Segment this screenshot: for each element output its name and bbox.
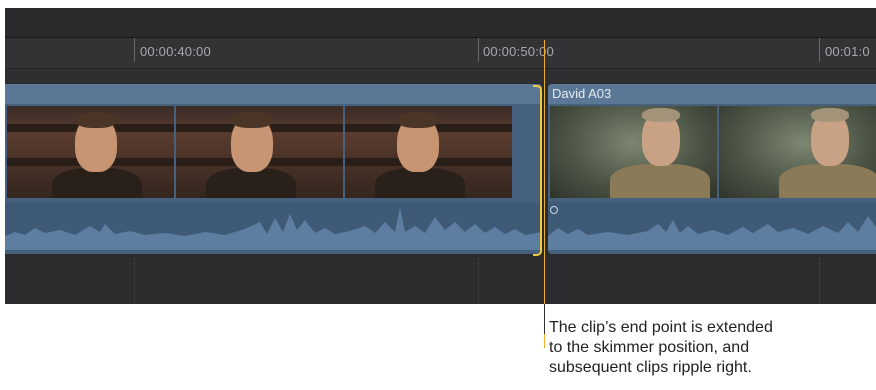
clip-header	[5, 84, 542, 104]
clip-name: David A03	[552, 86, 612, 101]
timecode-label: 00:00:40:00	[140, 44, 211, 59]
grid-line	[478, 258, 479, 304]
skimmer-marker-icon	[550, 206, 558, 214]
timeline-panel[interactable]: 00:00:40:00 00:00:50:00 00:01:0 David A0…	[5, 8, 876, 304]
filmstrip-frame	[719, 106, 876, 198]
skimmer-line[interactable]	[544, 40, 545, 348]
filmstrip-frame	[550, 106, 717, 198]
callout-text: The clip’s end point is extended to the …	[549, 318, 849, 378]
waveform-graphic	[548, 216, 876, 250]
timeline-clip-left[interactable]	[5, 84, 542, 254]
callout-leader-line	[544, 304, 545, 334]
clip-header: David A03	[548, 84, 876, 104]
timeline-clip-david-a03[interactable]: David A03	[548, 84, 876, 254]
waveform-graphic	[5, 208, 542, 250]
timeline-empty-lane[interactable]	[5, 258, 876, 304]
grid-line	[134, 258, 135, 304]
callout-line-3: subsequent clips ripple right.	[549, 359, 752, 376]
callout-line-1: The clip’s end point is extended	[549, 319, 773, 336]
timeline-toolbar-strip	[5, 8, 876, 38]
filmstrip-frame	[345, 106, 512, 198]
grid-line	[819, 258, 820, 304]
ruler-tick	[134, 38, 135, 62]
trim-end-handle[interactable]	[533, 85, 542, 256]
filmstrip-frame	[176, 106, 343, 198]
filmstrip-frame	[7, 106, 174, 198]
timecode-label: 00:01:0	[825, 44, 870, 59]
ruler-tick	[478, 38, 479, 62]
audio-waveform-left	[5, 202, 542, 250]
callout-line-2: to the skimmer position, and	[549, 339, 750, 356]
ruler-subbar	[5, 69, 876, 83]
ruler-tick	[819, 38, 820, 62]
audio-waveform-right	[548, 202, 876, 250]
time-ruler[interactable]	[5, 38, 876, 69]
